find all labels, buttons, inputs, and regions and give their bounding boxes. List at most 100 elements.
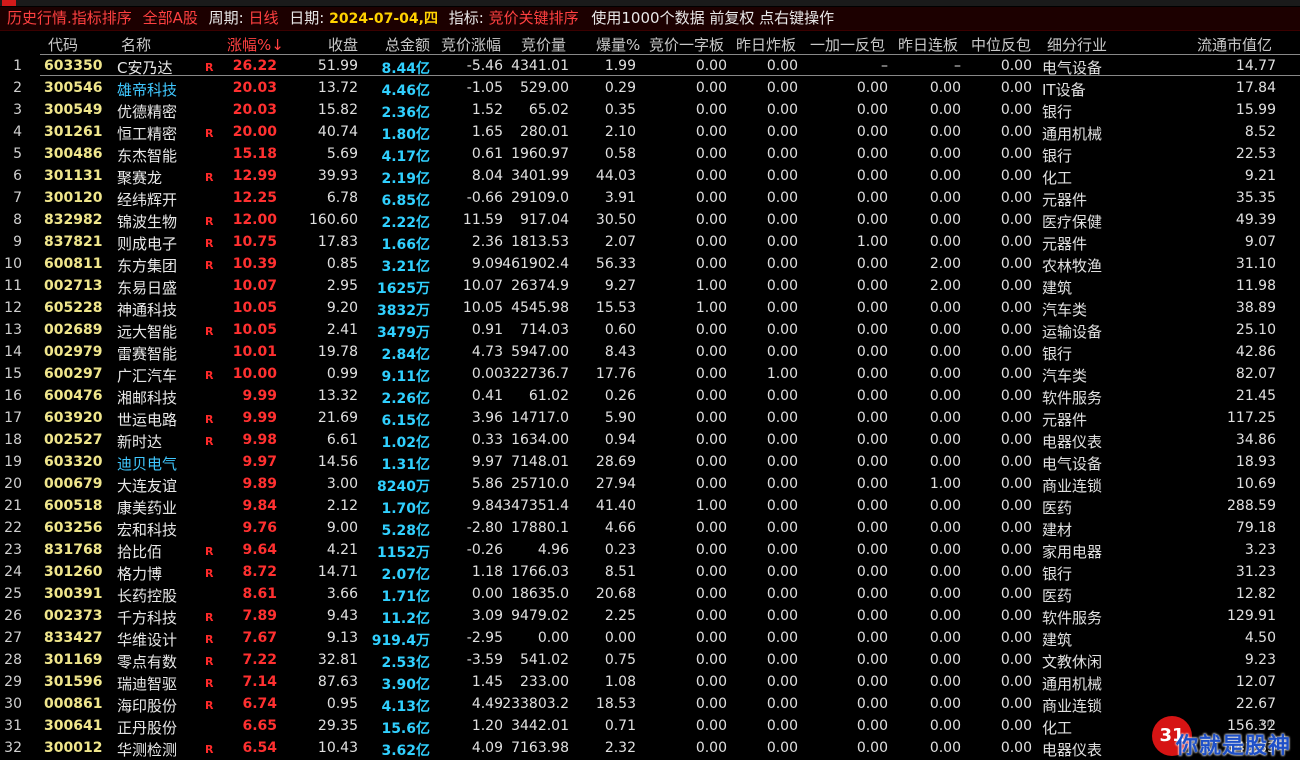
cell-zrzb: 1.00 [766,366,798,382]
table-row[interactable]: 002689 远大智能 R 13 10.05 2.41 0.91 714.03 0.60 0.00… [0,319,1300,341]
cell-close: 14.71 [317,564,358,580]
stock-name[interactable]: 海印股份 [117,695,177,716]
stock-name[interactable]: 锦波生物 [117,211,177,232]
table-row[interactable]: 832982 锦波生物 R 8 12.00 160.60 11.59 917.04 30.50 0… [0,209,1300,231]
cell-ltsz: 31.23 [1235,564,1276,580]
table-row[interactable]: 600811 东方集团 R 10 10.39 0.85 9.09 461902.4 56.33 0… [0,253,1300,275]
table-row[interactable]: 605228 神通科技 12 10.05 9.20 10.05 4545.98 15.53 1.… [0,297,1300,319]
column-header[interactable]: 爆量% [596,34,640,55]
stock-name[interactable]: 正丹股份 [117,717,177,738]
table-row[interactable]: 000861 海印股份 R 30 6.74 0.95 4.49 233803.2 18.53 0.… [0,693,1300,715]
table-row[interactable]: 301131 聚赛龙 R 6 12.99 39.93 8.04 3401.99 44.03 0.0… [0,165,1300,187]
table-row[interactable]: 002527 新时达 R 18 9.98 6.61 0.33 1634.00 0.94 0.00 0… [0,429,1300,451]
date-value[interactable]: 2024-07-04,四 [329,8,438,31]
indicator-value[interactable]: 竞价关键排序 [489,7,579,30]
column-header[interactable]: 流通市值亿 [1197,34,1272,55]
stock-name[interactable]: 长药控股 [117,585,177,606]
table-row[interactable]: 600476 湘邮科技 16 9.99 13.32 0.41 61.02 0.26 0.00 0.… [0,385,1300,407]
period-value[interactable]: 日线 [248,7,278,30]
column-header[interactable]: 竞价一字板 [649,34,724,55]
amount-value: 3.21 [381,259,416,275]
stock-name[interactable]: 世运电路 [117,409,177,430]
stock-name[interactable]: 优德精密 [117,101,177,122]
table-row[interactable]: 002373 千方科技 R 26 7.89 9.43 3.09 9479.02 2.25 0.00… [0,605,1300,627]
table-row[interactable]: 831768 拾比佰 R 23 9.64 4.21 -0.26 4.96 0.23 0.00 0.0… [0,539,1300,561]
stock-name[interactable]: 新时达 [117,431,162,452]
stock-name[interactable]: 千方科技 [117,607,177,628]
amount-unit: 万 [416,281,430,297]
table-row[interactable]: 300120 经纬辉开 7 12.25 6.78 -0.66 29109.0 3.91 0.00… [0,187,1300,209]
view-title[interactable]: 历史行情.指标排序 [7,7,132,30]
table-row[interactable]: 603320 迪贝电气 19 9.97 14.56 9.97 7148.01 28.69 0.0… [0,451,1300,473]
cell-chg: 9.84 [242,498,277,514]
stock-name[interactable]: 神通科技 [117,299,177,320]
cell-zwfb: 0.00 [1000,322,1032,338]
cell-amount: 4.17亿 [381,146,430,166]
table-row[interactable]: 833427 华维设计 R 27 7.67 9.13 -2.95 0.00 0.00 0.00 0.… [0,627,1300,649]
column-header[interactable]: 一加一反包 [810,34,885,55]
table-row[interactable]: 300641 正丹股份 31 6.65 29.35 1.20 3442.01 0.71 0.00… [0,715,1300,737]
cell-industry: 农林牧渔 [1042,257,1103,275]
margin-r-badge: R [205,677,214,690]
stock-name[interactable]: 瑞迪智驱 [117,673,177,694]
cell-jjzf: 1.65 [471,124,503,140]
stock-name[interactable]: 远大智能 [117,321,177,342]
margin-r-badge: R [205,413,214,426]
cell-jjzf: 0.00 [471,586,503,602]
stock-name[interactable]: 东易日盛 [117,277,177,298]
stock-name[interactable]: 大连友谊 [117,475,177,496]
stock-name[interactable]: 湘邮科技 [117,387,177,408]
cell-jjl: 61.02 [528,388,569,404]
table-row[interactable]: 300012 华测检测 R 32 6.54 10.43 4.09 7163.98 2.32 0.0… [0,737,1300,759]
column-header[interactable]: 昨日连板 [898,34,958,55]
table-row[interactable]: 002713 东易日盛 11 10.07 2.95 10.07 26374.9 9.27 1.0… [0,275,1300,297]
table-row[interactable]: 837821 则成电子 R 9 10.75 17.83 2.36 1813.53 2.07 0.0… [0,231,1300,253]
cell-zwfb: 0.00 [1000,498,1032,514]
table-row[interactable]: 300391 长药控股 25 8.61 3.66 0.00 18635.0 20.68 0.00… [0,583,1300,605]
table-row[interactable]: 600297 广汇汽车 R 15 10.00 0.99 0.00 322736.7 17.76 0… [0,363,1300,385]
stock-name[interactable]: 华维设计 [117,629,177,650]
table-row[interactable]: 000679 大连友谊 20 9.89 3.00 5.86 25710.0 27.94 0.00… [0,473,1300,495]
stock-name[interactable]: 广汇汽车 [117,365,177,386]
column-header[interactable]: 竞价量 [521,34,566,55]
table-row[interactable]: 603920 世运电路 R 17 9.99 21.69 3.96 14717.0 5.90 0.0… [0,407,1300,429]
table-row[interactable]: 301261 恒工精密 R 4 20.00 40.74 1.65 280.01 2.10 0.00… [0,121,1300,143]
table-row[interactable]: 300546 雄帝科技 2 20.03 13.72 -1.05 529.00 0.29 0.00… [0,77,1300,99]
column-header[interactable]: 竞价涨幅 [441,34,501,55]
table-row[interactable]: 300549 优德精密 3 20.03 15.82 1.52 65.02 0.35 0.00 0.… [0,99,1300,121]
stock-name[interactable]: 东杰智能 [117,145,177,166]
stock-name[interactable]: 格力博 [117,563,162,584]
cell-close: 40.74 [317,124,358,140]
column-header[interactable]: 名称 [121,34,151,55]
stock-name[interactable]: 恒工精密 [117,123,177,144]
stock-name[interactable]: 东方集团 [117,255,177,276]
table-row[interactable]: 301169 零点有数 R 28 7.22 32.81 -3.59 541.02 0.75 0.0… [0,649,1300,671]
stock-name[interactable]: 零点有数 [117,651,177,672]
table-row[interactable]: 300486 东杰智能 5 15.18 5.69 0.61 1960.97 0.58 0.00 0… [0,143,1300,165]
stock-name[interactable]: 经纬辉开 [117,189,177,210]
stock-name[interactable]: 康美药业 [117,497,177,518]
market-selector[interactable]: 全部A股 [143,7,198,30]
table-row[interactable]: 603256 宏和科技 22 9.76 9.00 -2.80 17880.1 4.66 0.00… [0,517,1300,539]
column-header[interactable]: 代码 [48,34,78,55]
column-header[interactable]: 中位反包 [971,34,1031,55]
table-row[interactable]: 301260 格力博 R 24 8.72 14.71 1.18 1766.03 8.51 0.00… [0,561,1300,583]
table-row[interactable]: 002979 雷赛智能 14 10.01 19.78 4.73 5947.00 8.43 0.0… [0,341,1300,363]
stock-name[interactable]: 拾比佰 [117,541,162,562]
column-header[interactable]: 昨日炸板 [736,34,796,55]
column-header[interactable]: 涨幅%↓ [227,34,284,55]
stock-name[interactable]: 宏和科技 [117,519,177,540]
stock-name[interactable]: 雄帝科技 [117,79,177,100]
column-header[interactable]: 收盘 [328,34,358,55]
cell-zrlb: 0.00 [929,212,961,228]
table-row[interactable]: 600518 康美药业 21 9.84 2.12 9.84 347351.4 41.40 1.0… [0,495,1300,517]
stock-name[interactable]: 聚赛龙 [117,167,162,188]
column-header[interactable]: 细分行业 [1047,34,1107,55]
cell-amount: 11.2亿 [381,608,430,628]
stock-name[interactable]: 迪贝电气 [117,453,177,474]
stock-name[interactable]: 雷赛智能 [117,343,177,364]
table-row[interactable]: 301596 瑞迪智驱 R 29 7.14 87.63 1.45 233.00 1.08 0.00… [0,671,1300,693]
column-header[interactable]: 总金额 [385,34,430,55]
stock-name[interactable]: 华测检测 [117,739,177,760]
stock-name[interactable]: 则成电子 [117,233,177,254]
